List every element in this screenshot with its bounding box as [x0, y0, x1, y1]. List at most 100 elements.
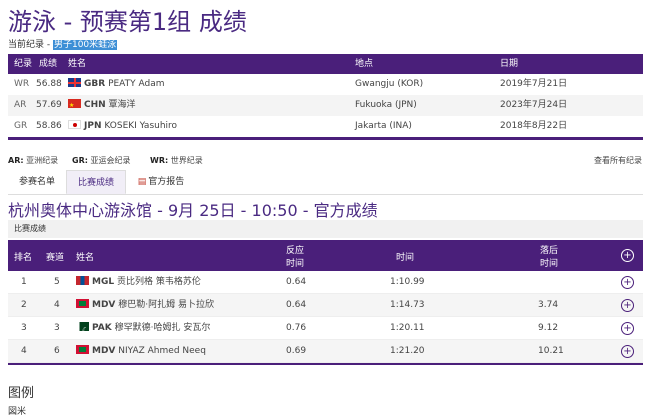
col-name: 姓名 — [68, 59, 87, 69]
race-time: 1:20.11 — [390, 323, 425, 333]
tab-results[interactable]: 比赛成绩 — [66, 170, 126, 194]
results-header: 排名 赛道 姓名 反应 时间 时间 落后 时间 + — [8, 240, 643, 271]
athlete-name: 穆罕默德·哈姆扎 安瓦尔 — [114, 323, 211, 333]
current-record-label: 当前纪录 - — [8, 40, 51, 50]
reaction-time: 0.69 — [286, 346, 307, 356]
mgl-flag-icon — [76, 276, 89, 285]
expand-row-icon[interactable]: + — [621, 299, 634, 312]
col-lane: 赛道 — [46, 253, 65, 263]
table-row: 2 4 MDV 穆巴勒·阿扎姆 易卜拉欣 0.64 1:14.73 3.74 + — [8, 294, 643, 317]
reaction-time: 0.64 — [286, 300, 307, 310]
tab-official-report[interactable]: ▤ 官方报告 — [128, 170, 194, 194]
venue-heading: 杭州奥体中心游泳馆 - 9月 25日 - 10:50 - 官方成绩 — [8, 201, 378, 220]
view-all-records-link[interactable]: 查看所有纪录 — [594, 155, 642, 166]
records-header: 纪录 成绩 姓名 地点 日期 — [8, 54, 643, 74]
athlete-name: 贡比列格 策韦格苏伦 — [116, 277, 201, 287]
athlete[interactable]: PAK 穆罕默德·哈姆扎 安瓦尔 — [76, 317, 210, 339]
mdv-flag-icon — [76, 345, 89, 354]
legend-wr: WR: 世界纪录 — [150, 156, 203, 165]
col-date: 日期 — [500, 59, 519, 69]
record-legend: AR: 亚洲纪录 GR: 亚运会纪录 WR: 世界纪录 查看所有纪录 — [8, 155, 648, 167]
expand-row-icon[interactable]: + — [621, 276, 634, 289]
athlete-name: 穆巴勒·阿扎姆 易卜拉欣 — [118, 300, 215, 310]
athlete-noc: PAK — [92, 323, 112, 333]
col-reaction-2: 时间 — [286, 259, 305, 269]
record-time: 57.69 — [36, 100, 62, 110]
rank: 4 — [21, 346, 27, 356]
col-result: 成绩 — [39, 59, 58, 69]
record-date: 2023年7月24日 — [500, 100, 568, 110]
legend-subheading: 図米 — [8, 407, 27, 417]
col-rank: 排名 — [14, 253, 33, 263]
record-date: 2018年8月22日 — [500, 121, 568, 131]
results-table: 排名 赛道 姓名 反应 时间 时间 落后 时间 + 1 5 MGL 贡比列格 策… — [8, 240, 643, 365]
record-place: Fukuoka (JPN) — [355, 100, 417, 110]
record-type: GR — [14, 121, 28, 131]
time-behind: 3.74 — [538, 300, 559, 310]
lane: 5 — [54, 277, 60, 287]
table-row: 1 5 MGL 贡比列格 策韦格苏伦 0.64 1:10.99 + — [8, 271, 643, 294]
athlete-noc: MDV — [92, 300, 116, 310]
table-row: 3 3 PAK 穆罕默德·哈姆扎 安瓦尔 0.76 1:20.11 9.12 + — [8, 317, 643, 340]
rank: 3 — [21, 323, 27, 333]
tab-official-report-label: 官方报告 — [148, 177, 185, 187]
pdf-icon: ▤ — [137, 177, 147, 187]
expand-row-icon[interactable]: + — [621, 345, 634, 358]
record-noc: GBR — [84, 79, 106, 89]
record-noc: JPN — [84, 121, 102, 131]
race-time: 1:10.99 — [390, 277, 425, 287]
col-place: 地点 — [355, 59, 374, 69]
col-reaction-1: 反应 — [286, 246, 305, 256]
tab-bar: 参赛名单 比赛成绩 ▤ 官方报告 — [8, 170, 643, 195]
athlete-name: NIYAZ Ahmed Neeq — [118, 346, 206, 356]
current-record-event[interactable]: 男子100米蛙泳 — [52, 40, 118, 50]
record-row: WR 56.88 GBR PEATY Adam Gwangju (KOR) 20… — [8, 74, 643, 95]
reaction-time: 0.76 — [286, 323, 307, 333]
record-name: 覃海洋 — [108, 100, 136, 110]
time-behind: 10.21 — [538, 346, 564, 356]
race-time: 1:21.20 — [390, 346, 425, 356]
record-row: AR 57.69 CHN 覃海洋 Fukuoka (JPN) 2023年7月24… — [8, 95, 643, 116]
pak-flag-icon — [76, 322, 89, 331]
legend-gr: GR: 亚运会纪录 — [72, 156, 131, 165]
reaction-time: 0.64 — [286, 277, 307, 287]
record-athlete: CHN 覃海洋 — [68, 95, 136, 115]
col-time: 时间 — [396, 253, 415, 263]
athlete-noc: MDV — [92, 346, 116, 356]
page-title: 游泳 - 预赛第1组 成绩 — [8, 8, 247, 36]
race-time: 1:14.73 — [390, 300, 425, 310]
expand-row-icon[interactable]: + — [621, 322, 634, 335]
tab-start-list[interactable]: 参赛名单 — [8, 170, 66, 194]
records-footer-bar — [8, 137, 643, 140]
athlete[interactable]: MDV 穆巴勒·阿扎姆 易卜拉欣 — [76, 294, 214, 316]
rank: 2 — [21, 300, 27, 310]
athlete[interactable]: MGL 贡比列格 策韦格苏伦 — [76, 271, 201, 293]
rank: 1 — [21, 277, 27, 287]
col-behind-2: 时间 — [540, 259, 559, 269]
gbr-flag-icon — [68, 78, 81, 87]
col-behind-1: 落后 — [540, 246, 559, 256]
table-row: 4 6 MDV NIYAZ Ahmed Neeq 0.69 1:21.20 10… — [8, 340, 643, 363]
record-time: 56.88 — [36, 79, 62, 89]
record-name: KOSEKI Yasuhiro — [104, 121, 178, 131]
lane: 4 — [54, 300, 60, 310]
record-noc: CHN — [84, 100, 106, 110]
legend-heading: 图例 — [8, 386, 35, 401]
results-footer-bar — [8, 363, 643, 365]
time-behind: 9.12 — [538, 323, 559, 333]
record-athlete: JPN KOSEKI Yasuhiro — [68, 116, 177, 136]
record-type: AR — [14, 100, 27, 110]
athlete[interactable]: MDV NIYAZ Ahmed Neeq — [76, 340, 206, 362]
section-label: 比赛成绩 — [14, 224, 46, 233]
jpn-flag-icon — [68, 120, 81, 129]
chn-flag-icon — [68, 99, 81, 108]
record-date: 2019年7月21日 — [500, 79, 568, 89]
athlete-noc: MGL — [92, 277, 115, 287]
record-name: PEATY Adam — [108, 79, 165, 89]
current-record: 当前纪录 - 男子100米蛙泳 — [8, 37, 118, 50]
record-place: Gwangju (KOR) — [355, 79, 424, 89]
col-athlete: 姓名 — [76, 253, 95, 263]
expand-all-icon[interactable]: + — [621, 249, 634, 262]
mdv-flag-icon — [76, 299, 89, 308]
record-type: WR — [14, 79, 30, 89]
